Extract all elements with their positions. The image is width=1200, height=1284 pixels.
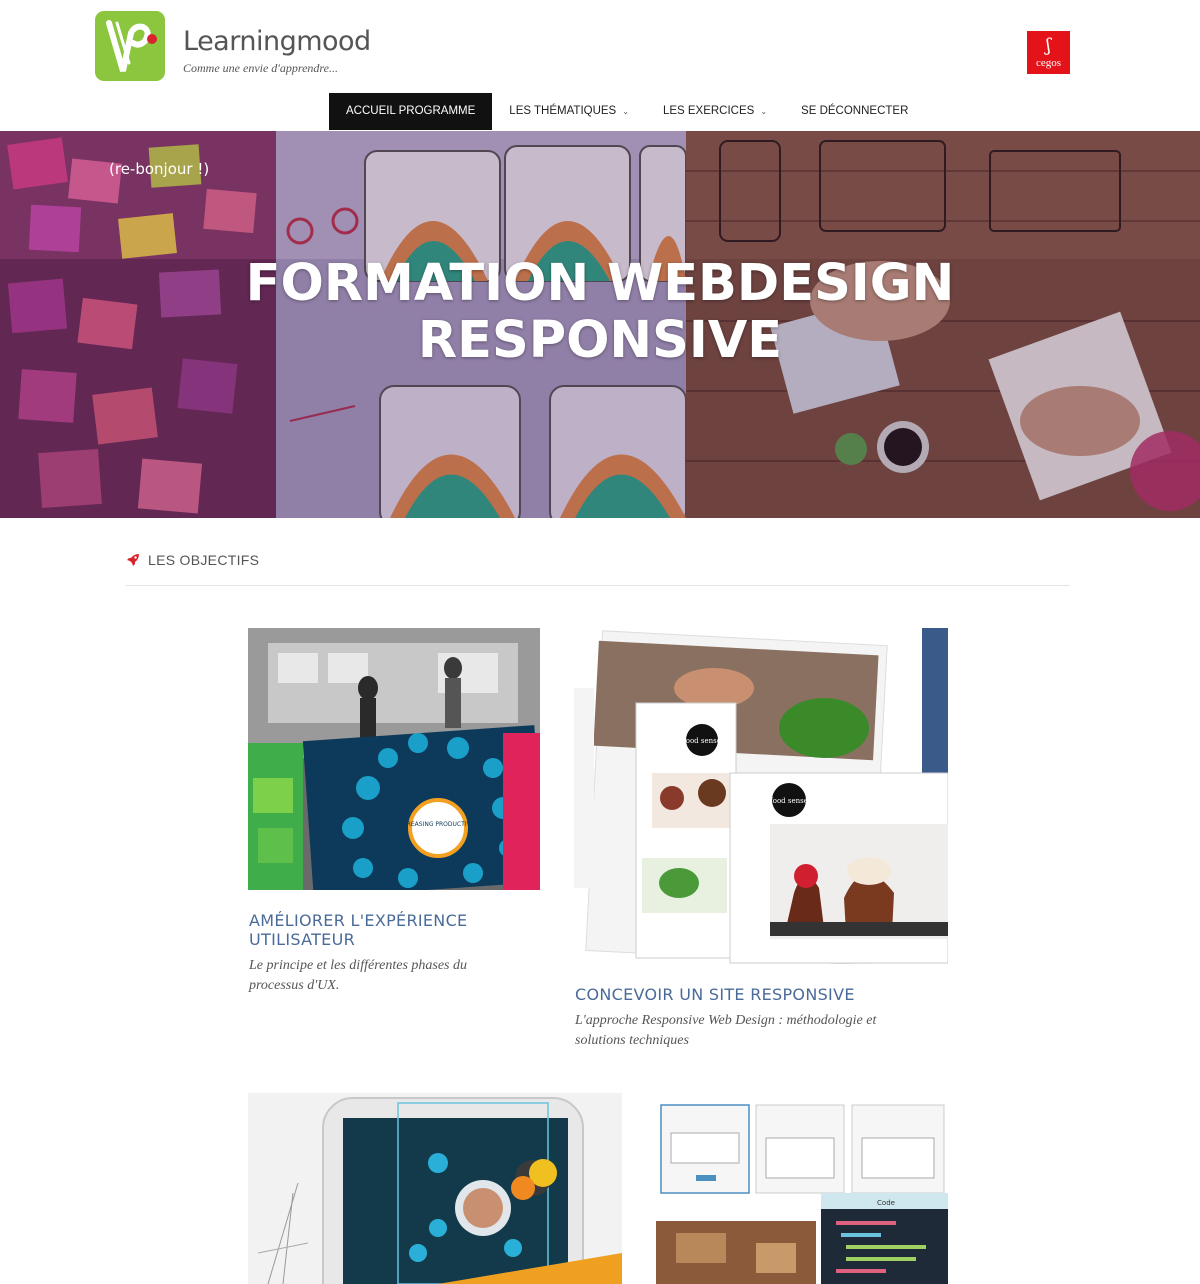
rocket-icon [127,554,139,566]
nav-item-label: SE DÉCONNECTER [801,105,909,117]
site-header: Learningmood Comme une envie d'apprendre… [0,0,1200,131]
card-wireframe-image[interactable]: Code [656,1093,948,1284]
section-title: LES OBJECTIFS [148,552,260,568]
brand-tagline: Comme une envie d'apprendre... [183,61,338,75]
learningmood-logo[interactable] [95,11,165,81]
cegos-wordmark: cegos [1035,57,1062,69]
section-header-objectifs: LES OBJECTIFS [126,552,259,568]
nav-item-accueil-programme[interactable]: ACCUEIL PROGRAMME [329,93,493,130]
increasing-productivity-label: INCREASING PRODUCTIVITY [396,821,480,828]
card-title-line-2: UTILISATEUR [249,930,356,949]
card-responsive-description: L'approche Responsive Web Design : métho… [575,1011,955,1051]
nav-item-label: ACCUEIL PROGRAMME [346,105,476,117]
card-responsive-image[interactable]: food sense food sense [574,628,948,964]
nav-item-label: LES EXERCICES [662,105,755,117]
card-ux-title[interactable]: AMÉLIORER L'EXPÉRIENCE UTILISATEUR [249,911,549,949]
card-responsive-title[interactable]: CONCEVOIR UN SITE RESPONSIVE [575,985,955,1004]
nav-item-label: LES THÉMATIQUES [509,105,617,117]
hero-title-line-1: FORMATION WEBDESIGN [245,254,955,313]
nav-item-exercices[interactable]: LES EXERCICES ⌄ [646,93,784,130]
section-divider [126,585,1070,586]
card-title-line-1: CONCEVOIR UN SITE RESPONSIVE [575,985,855,1004]
cegos-mark-icon: ʃ [1046,35,1051,56]
code-tab-label: Code [877,1199,895,1207]
food-sense-brand-small: food sense [683,737,721,745]
nav-item-thematiques[interactable]: LES THÉMATIQUES ⌄ [492,93,646,130]
main-nav: ACCUEIL PROGRAMME LES THÉMATIQUES ⌄ LES … [329,93,925,130]
card-desc-line-1: L'approche Responsive Web Design : métho… [575,1013,877,1028]
card-desc-line-2: solutions techniques [575,1033,689,1048]
hero-title-line-2: RESPONSIVE [417,311,783,370]
brand-name[interactable]: Learningmood [183,26,371,57]
card-ux-image[interactable]: INCREASING PRODUCTIVITY [248,628,540,890]
card-mobile-app-image[interactable] [248,1093,622,1284]
hero-title: FORMATION WEBDESIGN RESPONSIVE [0,255,1200,369]
cegos-logo[interactable]: ʃ cegos [1027,31,1070,74]
card-desc-line-2: processus d'UX. [249,978,340,993]
card-desc-line-1: Le principe et les différentes phases du [249,958,467,973]
hero-banner: (re-bonjour !) FORMATION WEBDESIGN RESPO… [0,131,1200,518]
card-title-line-1: AMÉLIORER L'EXPÉRIENCE [249,911,468,930]
hero-greeting: (re-bonjour !) [109,160,210,178]
food-sense-brand-large: food sense [770,797,808,805]
chevron-down-icon: ⌄ [760,107,768,116]
nav-item-deconnecter[interactable]: SE DÉCONNECTER [784,93,925,130]
chevron-down-icon: ⌄ [622,107,629,116]
card-ux-description: Le principe et les différentes phases du… [249,956,539,996]
